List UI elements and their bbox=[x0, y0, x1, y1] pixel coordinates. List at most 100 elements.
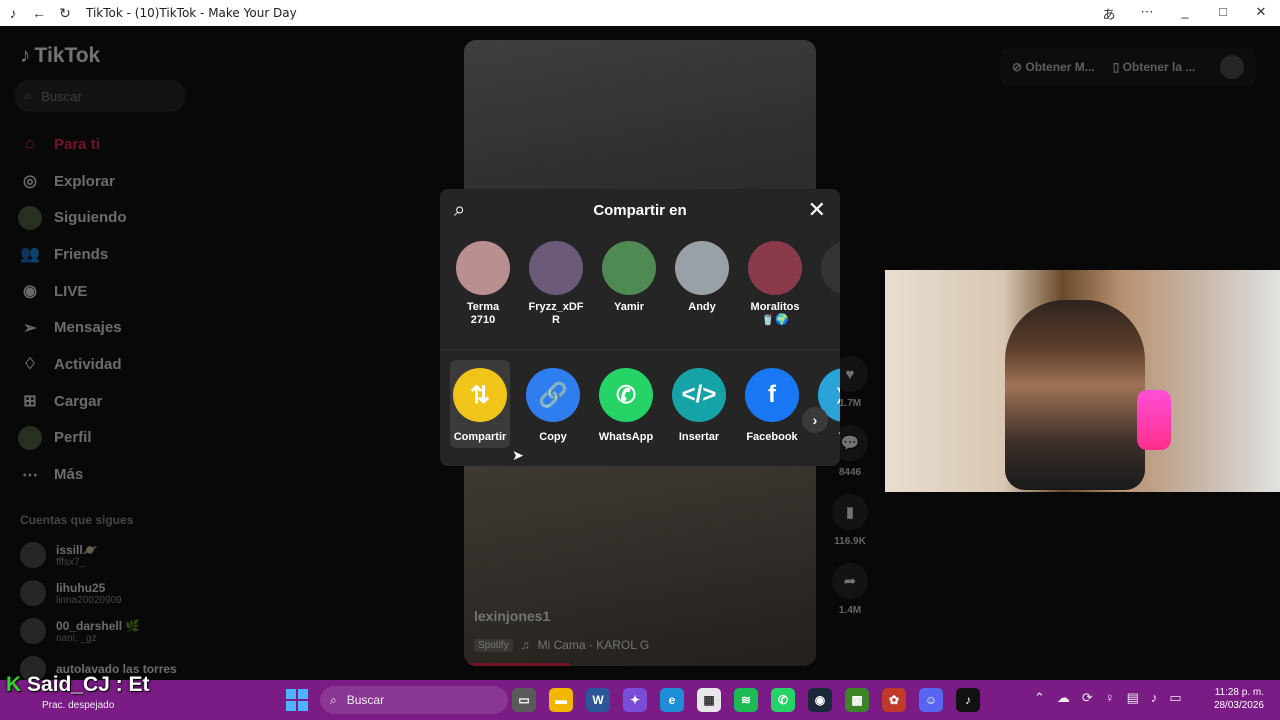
plus-square-icon: ⊞ bbox=[23, 393, 37, 411]
sidebar-nav: ⌂ Para ti ◎ Explorar Siguiendo 👥 Friends ◉ L… bbox=[18, 126, 127, 493]
get-coins-button[interactable]: ⊘ Obtener M... bbox=[1012, 60, 1095, 74]
friend-avatar bbox=[456, 241, 510, 295]
following-list: issill🪐 fffsx7_ lihuhu25 linna20020909 00_… bbox=[20, 536, 177, 680]
bookmark-action[interactable]: ▮ 116.9K bbox=[828, 494, 872, 547]
bookmark-icon: ▮ bbox=[832, 494, 868, 530]
video-progress-bar[interactable] bbox=[464, 663, 570, 666]
share-action[interactable]: ➦ 1.4M bbox=[828, 563, 872, 616]
avatar bbox=[20, 618, 46, 644]
windows-start-icon[interactable] bbox=[286, 689, 308, 711]
whatsapp-icon: ✆ bbox=[599, 368, 653, 422]
friends-icon: 👥 bbox=[20, 246, 40, 264]
share-option-copy[interactable]: 🔗 Copy bbox=[523, 360, 583, 448]
nav-item-live[interactable]: ◉ LIVE bbox=[18, 273, 127, 310]
search-icon[interactable]: ⌕ bbox=[454, 199, 465, 222]
following-item[interactable]: 00_darshell 🌿 nani. _gz bbox=[20, 612, 177, 650]
weather-widget[interactable]: Prac. despejado bbox=[42, 700, 114, 711]
following-avatar-icon bbox=[18, 205, 42, 230]
avatar bbox=[20, 580, 46, 606]
back-arrow-icon[interactable]: ← bbox=[26, 0, 52, 26]
friend-avatar bbox=[748, 241, 802, 295]
profile-avatar-icon bbox=[18, 425, 42, 450]
nav-item-mensajes[interactable]: ➢ Mensajes bbox=[18, 309, 127, 346]
share-option-telegram[interactable]: ➤Te bbox=[815, 360, 840, 448]
tiktok-taskbar-icon[interactable]: ♪ bbox=[956, 688, 980, 712]
search-icon: ⌕ bbox=[330, 692, 337, 707]
tiktok-note-icon: ♪ bbox=[20, 44, 31, 67]
embed-icon: </> bbox=[672, 368, 726, 422]
file-explorer-icon[interactable]: ▬ bbox=[549, 688, 573, 712]
battery-icon[interactable]: ▭ bbox=[1169, 690, 1181, 706]
following-item[interactable]: issill🪐 fffsx7_ bbox=[20, 536, 177, 574]
microphone-icon[interactable]: ♀ bbox=[1105, 690, 1115, 706]
video-music[interactable]: Spotify ♫ Mi Cama · KAROL G bbox=[474, 638, 649, 652]
reload-icon[interactable]: ↻ bbox=[52, 0, 78, 26]
live-icon: ◉ bbox=[23, 283, 37, 301]
get-app-button[interactable]: ▯ Obtener la ... bbox=[1113, 60, 1196, 74]
close-window-button[interactable]: ✕ bbox=[1242, 4, 1280, 23]
app-icon[interactable]: ✿ bbox=[882, 688, 906, 712]
taskbar-search[interactable]: ⌕ Buscar bbox=[320, 686, 508, 714]
following-item[interactable]: lihuhu25 linna20020909 bbox=[20, 574, 177, 612]
avatar bbox=[20, 542, 46, 568]
volume-icon[interactable]: ♪ bbox=[1151, 690, 1158, 706]
user-avatar[interactable] bbox=[1220, 55, 1244, 79]
nav-item-actividad[interactable]: ♢ Actividad bbox=[18, 346, 127, 383]
share-options-row: ⇅ Compartir 🔗 Copy ✆ WhatsApp </> Insertar f… bbox=[450, 360, 840, 448]
friend-avatar bbox=[602, 241, 656, 295]
store-icon[interactable]: ▦ bbox=[697, 688, 721, 712]
steam-icon[interactable]: ◉ bbox=[808, 688, 832, 712]
share-option-facebook[interactable]: f Facebook bbox=[742, 360, 802, 448]
nav-item-mas[interactable]: ⋯ Más bbox=[18, 456, 127, 493]
search-input[interactable]: ⌕ Buscar bbox=[14, 80, 186, 112]
chevron-up-icon[interactable]: ⌃ bbox=[1034, 690, 1045, 706]
share-option-compartir[interactable]: ⇅ Compartir bbox=[450, 360, 510, 448]
maximize-button[interactable]: □ bbox=[1204, 4, 1242, 23]
edge-icon[interactable]: e bbox=[660, 688, 684, 712]
nav-item-friends[interactable]: 👥 Friends bbox=[18, 236, 127, 273]
friend-avatar bbox=[529, 241, 583, 295]
nav-item-siguiendo[interactable]: Siguiendo bbox=[18, 199, 127, 236]
minecraft-icon[interactable]: ▩ bbox=[845, 688, 869, 712]
tiktok-logo[interactable]: ♪ TikTok bbox=[20, 44, 100, 68]
cloud-icon[interactable]: ☁ bbox=[1057, 690, 1070, 706]
streamer-image bbox=[1005, 300, 1145, 490]
translate-icon[interactable]: あ bbox=[1090, 4, 1128, 23]
close-icon[interactable]: ✕ bbox=[808, 197, 826, 223]
nav-item-cargar[interactable]: ⊞ Cargar bbox=[18, 383, 127, 420]
sync-icon[interactable]: ⟳ bbox=[1082, 690, 1093, 706]
task-view-icon[interactable]: ▭ bbox=[512, 688, 536, 712]
taskbar-apps: ▭ ▬ W ✦ e ▦ ≋ ✆ ◉ ▩ ✿ ☺ ♪ bbox=[512, 688, 980, 712]
facebook-icon: f bbox=[745, 368, 799, 422]
whatsapp-taskbar-icon[interactable]: ✆ bbox=[771, 688, 795, 712]
chevron-right-icon[interactable]: › bbox=[802, 407, 828, 433]
video-author[interactable]: lexinjones1 bbox=[474, 608, 550, 624]
webcam-overlay bbox=[885, 270, 1280, 492]
search-icon: ⌕ bbox=[24, 88, 32, 103]
share-option-whatsapp[interactable]: ✆ WhatsApp bbox=[596, 360, 656, 448]
nav-item-explorar[interactable]: ◎ Explorar bbox=[18, 163, 127, 200]
divider bbox=[440, 349, 840, 350]
word-icon[interactable]: W bbox=[586, 688, 610, 712]
music-note-icon: ♫ bbox=[520, 638, 530, 652]
minimize-button[interactable]: _ bbox=[1166, 4, 1204, 23]
share-friend[interactable]: Yamir bbox=[600, 241, 658, 327]
tiktok-app-icon: ♪ bbox=[9, 5, 17, 21]
taskbar-clock[interactable]: 11:28 p. m. 28/03/2026 bbox=[1214, 686, 1264, 712]
share-option-insertar[interactable]: </> Insertar bbox=[669, 360, 729, 448]
share-friend[interactable]: Jer bbox=[819, 241, 840, 327]
more-options-icon[interactable]: ⋯ bbox=[1128, 4, 1166, 23]
window-title: TikTok - (10)TikTok - Make Your Day bbox=[86, 6, 297, 20]
discord-icon[interactable]: ☺ bbox=[919, 688, 943, 712]
share-friend[interactable]: Andy bbox=[673, 241, 731, 327]
share-modal-title: Compartir en bbox=[593, 201, 687, 219]
copilot-icon[interactable]: ✦ bbox=[623, 688, 647, 712]
nav-item-para-ti[interactable]: ⌂ Para ti bbox=[18, 126, 127, 163]
share-friend[interactable]: Fryzz_xDF R bbox=[527, 241, 585, 327]
share-friend[interactable]: Terma 2710 bbox=[454, 241, 512, 327]
nav-item-perfil[interactable]: Perfil bbox=[18, 420, 127, 457]
friend-avatar bbox=[675, 241, 729, 295]
share-friend[interactable]: Moralitos 🥤🌍 bbox=[746, 241, 804, 327]
network-icon[interactable]: ▤ bbox=[1127, 690, 1139, 706]
spotify-icon[interactable]: ≋ bbox=[734, 688, 758, 712]
